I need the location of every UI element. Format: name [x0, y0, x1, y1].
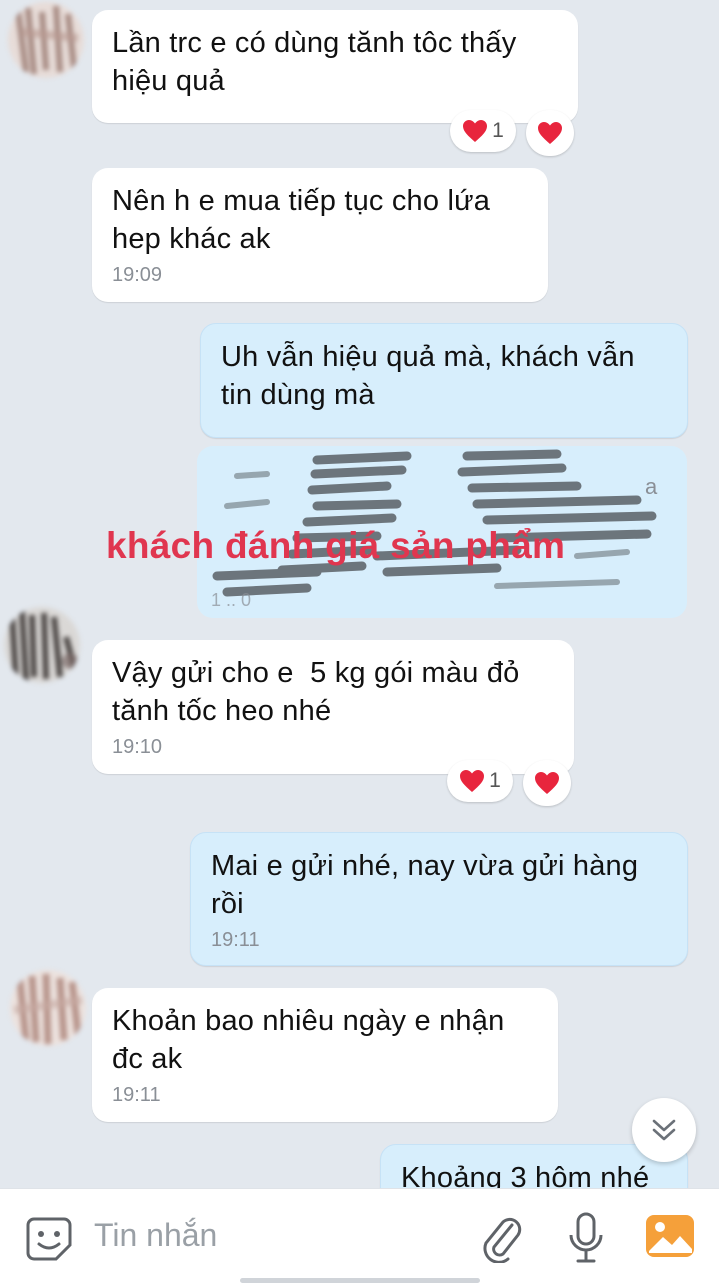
voice-record-button[interactable]	[566, 1211, 606, 1270]
message-text: Khoảng 3 hôm nhé	[401, 1162, 650, 1188]
message-text: Lần trc e có dùng tănh tôc thấy hiệu quả	[112, 27, 517, 97]
avatar-image	[4, 607, 80, 683]
microphone-icon	[569, 1212, 603, 1263]
reaction-badge[interactable]: 1	[450, 110, 516, 152]
image-gallery-icon	[646, 1215, 694, 1257]
message-time: 19:09	[112, 264, 163, 286]
image-overlay-caption: khách đánh giá sản phẩm	[106, 525, 566, 566]
heart-icon	[460, 770, 485, 792]
home-indicator	[240, 1278, 480, 1283]
message-composer: Tin nhắn	[0, 1188, 719, 1286]
heart-icon	[538, 122, 562, 144]
message-text: Nên h e mua tiếp tục cho lứa hep khác ak	[112, 185, 491, 255]
message-input[interactable]: Tin nhắn	[94, 1217, 217, 1254]
attach-button[interactable]	[478, 1211, 524, 1268]
add-reaction-button[interactable]	[523, 760, 571, 806]
message-time: 19:10	[112, 736, 163, 758]
heart-icon	[535, 772, 559, 794]
reaction-badge[interactable]: 1	[447, 760, 513, 802]
sticker-emoji-icon	[26, 1217, 72, 1261]
message-text: Uh vẫn hiệu quả mà, khách vẫn tin dùng m…	[221, 341, 635, 411]
svg-text:1 .. 0: 1 .. 0	[211, 590, 251, 610]
reaction-count: 1	[492, 119, 504, 142]
sticker-button[interactable]	[24, 1213, 74, 1268]
message-text: Khoản bao nhiêu ngày e nhận đc ak	[112, 1005, 505, 1075]
message-time: 19:11	[112, 1084, 161, 1106]
paperclip-icon	[483, 1217, 522, 1264]
heart-icon	[463, 120, 488, 142]
message-bubble-incoming[interactable]: Lần trc e có dùng tănh tôc thấy hiệu quả	[92, 10, 578, 123]
message-text: Vậy gửi cho e 5 kg gói màu đỏ tănh tốc h…	[112, 657, 520, 727]
scroll-to-bottom-button[interactable]	[632, 1098, 696, 1162]
message-bubble-incoming[interactable]: Nên h e mua tiếp tục cho lứa hep khác ak…	[92, 168, 548, 302]
message-bubble-outgoing[interactable]: Uh vẫn hiệu quả mà, khách vẫn tin dùng m…	[200, 323, 688, 438]
chat-area[interactable]: Lần trc e có dùng tănh tôc thấy hiệu quả…	[0, 0, 719, 1188]
message-time: 19:11	[211, 929, 260, 951]
reaction-count: 1	[489, 769, 501, 792]
double-chevron-down-icon	[652, 1119, 676, 1141]
avatar-image	[8, 2, 84, 78]
message-bubble-incoming[interactable]: Khoản bao nhiêu ngày e nhận đc ak 19:11	[92, 988, 558, 1122]
message-text: Mai e gửi nhé, nay vừa gửi hàng rồi	[211, 850, 639, 920]
contact-avatar[interactable]	[8, 2, 84, 78]
svg-text:a: a	[645, 474, 658, 499]
message-bubble-incoming[interactable]: Vậy gửi cho e 5 kg gói màu đỏ tănh tốc h…	[92, 640, 574, 774]
avatar-image	[10, 970, 86, 1046]
contact-avatar[interactable]	[4, 607, 80, 683]
add-reaction-button[interactable]	[526, 110, 574, 156]
image-gallery-button[interactable]	[645, 1211, 695, 1266]
contact-avatar[interactable]	[10, 970, 86, 1046]
message-bubble-outgoing[interactable]: Mai e gửi nhé, nay vừa gửi hàng rồi 19:1…	[190, 832, 688, 966]
